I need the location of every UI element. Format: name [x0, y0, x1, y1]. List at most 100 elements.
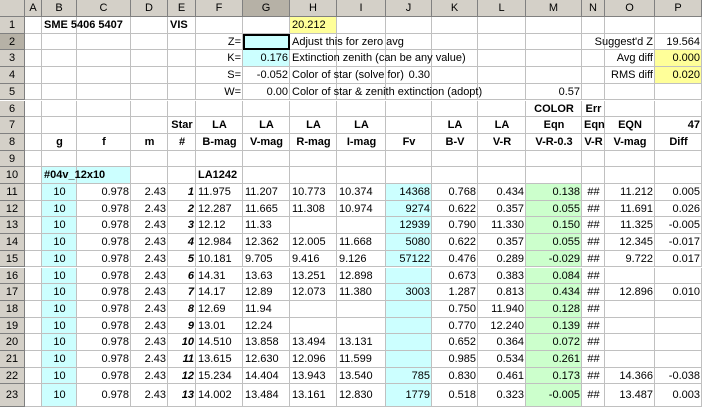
- column-header-b[interactable]: B: [42, 0, 77, 17]
- grid-cell[interactable]: [25, 17, 42, 34]
- grid-cell[interactable]: [77, 67, 131, 84]
- grid-cell[interactable]: [432, 167, 478, 184]
- grid-cell[interactable]: [25, 217, 42, 235]
- grid-cell[interactable]: [337, 100, 386, 118]
- select-all-corner[interactable]: [0, 0, 25, 17]
- grid-cell[interactable]: [655, 150, 702, 168]
- grid-cell[interactable]: [25, 300, 42, 318]
- column-header-l[interactable]: L: [478, 0, 526, 17]
- grid-cell[interactable]: [25, 384, 42, 407]
- grid-cell[interactable]: [131, 67, 168, 84]
- grid-cell[interactable]: [432, 150, 478, 168]
- grid-cell[interactable]: [42, 150, 77, 168]
- grid-cell[interactable]: [526, 17, 582, 34]
- grid-cell[interactable]: [42, 33, 77, 51]
- grid-cell[interactable]: [386, 150, 432, 168]
- grid-cell[interactable]: [25, 250, 42, 268]
- column-header-p[interactable]: P: [655, 0, 702, 17]
- row-header-12[interactable]: 12: [0, 200, 25, 218]
- grid-cell[interactable]: [196, 17, 243, 34]
- column-header-e[interactable]: E: [168, 0, 196, 17]
- grid-cell[interactable]: [605, 267, 655, 285]
- grid-cell[interactable]: [290, 217, 337, 235]
- column-header-h[interactable]: H: [290, 0, 337, 17]
- grid-cell[interactable]: [655, 334, 702, 351]
- grid-cell[interactable]: [131, 83, 168, 101]
- grid-cell[interactable]: [337, 17, 386, 34]
- grid-cell[interactable]: [478, 17, 526, 34]
- column-header-k[interactable]: K: [432, 0, 478, 17]
- grid-cell[interactable]: [386, 100, 432, 118]
- grid-cell[interactable]: [605, 167, 655, 184]
- column-header-o[interactable]: O: [605, 0, 655, 17]
- grid-cell[interactable]: [25, 117, 42, 134]
- grid-cell[interactable]: [386, 167, 432, 184]
- grid-cell[interactable]: [25, 234, 42, 251]
- grid-cell[interactable]: [605, 334, 655, 351]
- grid-cell[interactable]: [25, 317, 42, 335]
- column-header-m[interactable]: M: [526, 0, 582, 17]
- row-header-1[interactable]: 1: [0, 17, 25, 34]
- grid-cell[interactable]: [655, 83, 702, 101]
- column-header-g[interactable]: G: [243, 0, 290, 17]
- grid-cell[interactable]: [131, 100, 168, 118]
- row-header-9[interactable]: 9: [0, 150, 25, 168]
- grid-cell[interactable]: [605, 150, 655, 168]
- grid-cell[interactable]: [25, 200, 42, 218]
- grid-cell[interactable]: [582, 83, 605, 101]
- row-header-15[interactable]: 15: [0, 250, 25, 268]
- grid-cell[interactable]: [290, 167, 337, 184]
- grid-cell[interactable]: [131, 33, 168, 51]
- grid-cell[interactable]: [655, 17, 702, 34]
- row-header-2[interactable]: 2: [0, 33, 25, 51]
- row-header-21[interactable]: 21: [0, 351, 25, 368]
- grid-cell[interactable]: [77, 50, 131, 68]
- grid-cell[interactable]: [655, 300, 702, 318]
- grid-cell[interactable]: [25, 284, 42, 301]
- grid-cell[interactable]: [243, 17, 290, 34]
- grid-cell[interactable]: [337, 317, 386, 335]
- column-header-f[interactable]: F: [196, 0, 243, 17]
- grid-cell[interactable]: [77, 83, 131, 101]
- grid-cell[interactable]: [478, 167, 526, 184]
- grid-cell[interactable]: [131, 50, 168, 68]
- row-header-13[interactable]: 13: [0, 217, 25, 235]
- grid-cell[interactable]: [168, 167, 196, 184]
- grid-cell[interactable]: [42, 50, 77, 68]
- grid-cell[interactable]: [337, 150, 386, 168]
- row-header-18[interactable]: 18: [0, 300, 25, 318]
- grid-cell[interactable]: [605, 100, 655, 118]
- grid-cell[interactable]: [25, 100, 42, 118]
- grid-cell[interactable]: [25, 184, 42, 201]
- row-header-3[interactable]: 3: [0, 50, 25, 68]
- grid-cell[interactable]: [131, 150, 168, 168]
- grid-cell[interactable]: [582, 167, 605, 184]
- grid-cell[interactable]: [77, 150, 131, 168]
- row-header-6[interactable]: 6: [0, 100, 25, 118]
- grid-cell[interactable]: [77, 33, 131, 51]
- grid-cell[interactable]: [290, 317, 337, 335]
- grid-cell[interactable]: [168, 33, 196, 51]
- grid-cell[interactable]: [25, 133, 42, 151]
- row-header-19[interactable]: 19: [0, 317, 25, 335]
- grid-cell[interactable]: [25, 33, 42, 51]
- grid-cell[interactable]: [582, 67, 605, 84]
- grid-cell[interactable]: [290, 300, 337, 318]
- column-header-j[interactable]: J: [386, 0, 432, 17]
- row-header-22[interactable]: 22: [0, 367, 25, 385]
- grid-cell[interactable]: [25, 150, 42, 168]
- row-header-7[interactable]: 7: [0, 117, 25, 134]
- grid-cell[interactable]: [337, 300, 386, 318]
- grid-cell[interactable]: [526, 167, 582, 184]
- column-header-c[interactable]: C: [77, 0, 131, 17]
- grid-cell[interactable]: [42, 100, 77, 118]
- grid-cell[interactable]: [168, 100, 196, 118]
- grid-cell[interactable]: [77, 100, 131, 118]
- grid-cell[interactable]: [655, 100, 702, 118]
- row-header-14[interactable]: 14: [0, 234, 25, 251]
- grid-cell[interactable]: [337, 167, 386, 184]
- grid-cell[interactable]: [42, 83, 77, 101]
- grid-cell[interactable]: [386, 317, 432, 335]
- grid-cell[interactable]: [25, 334, 42, 351]
- grid-cell[interactable]: [605, 300, 655, 318]
